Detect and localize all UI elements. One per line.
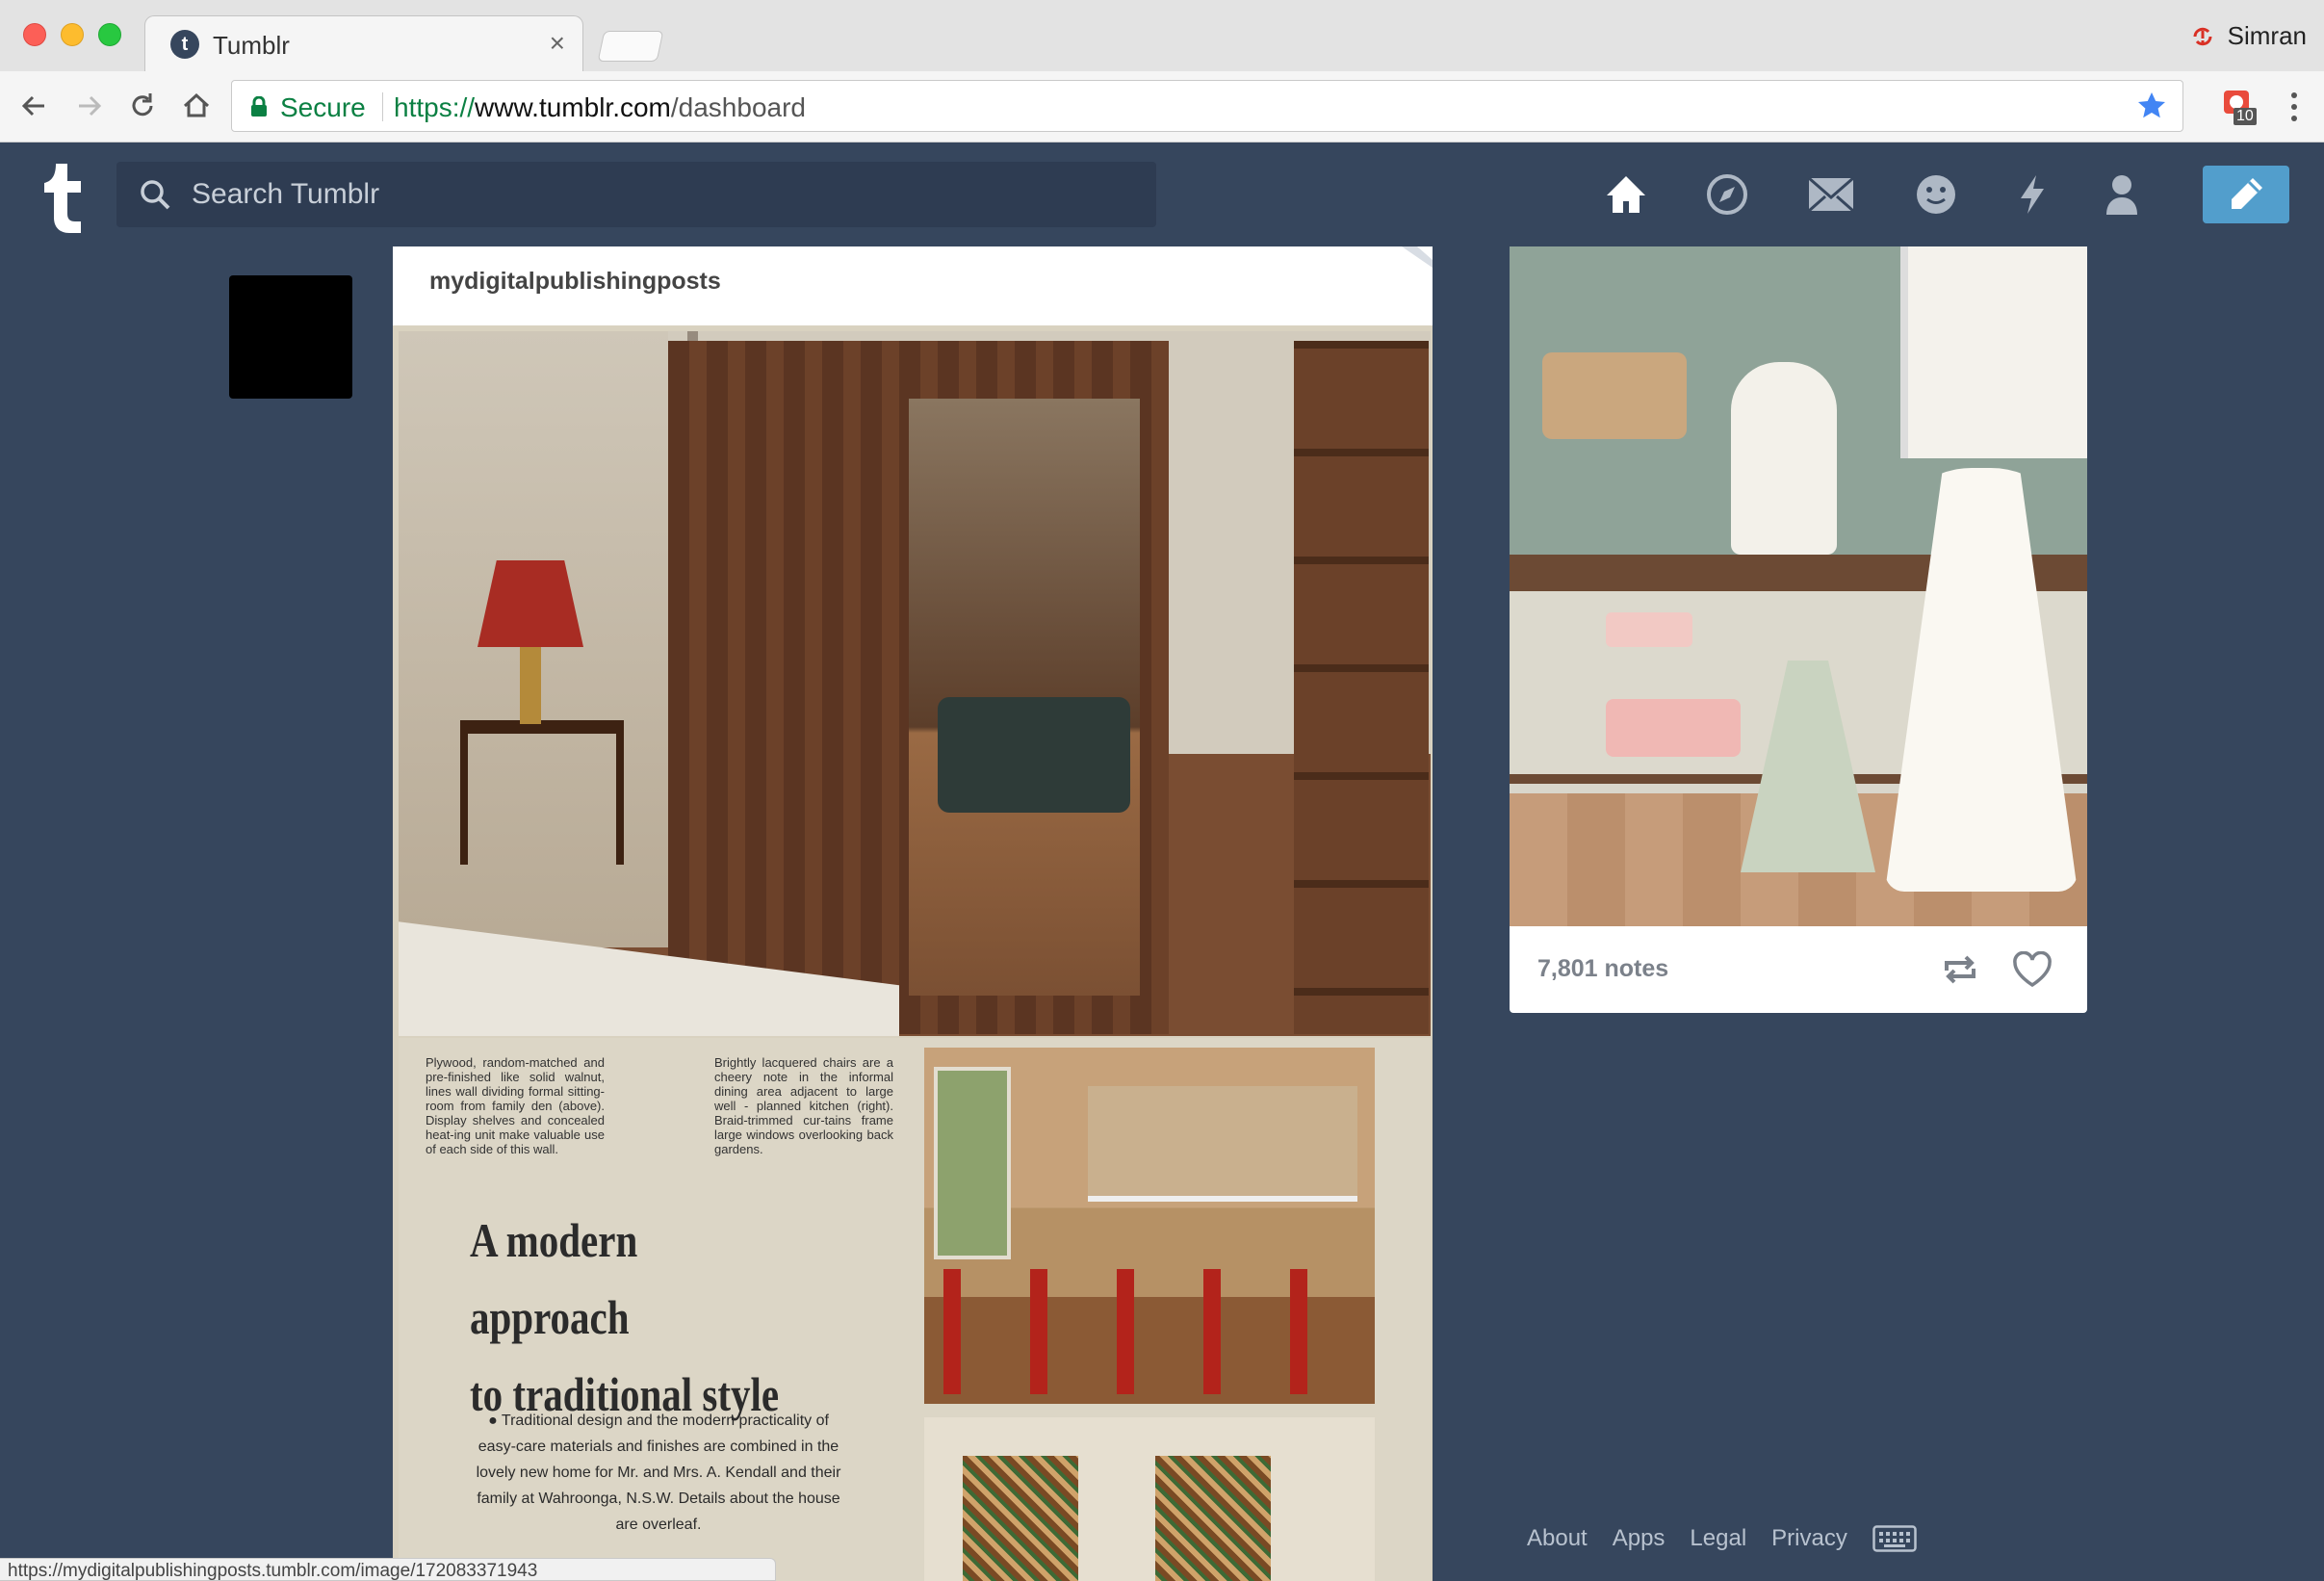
illus-cake-large	[1606, 699, 1741, 757]
browser-tab-bar: t Tumblr × Simran	[0, 0, 2324, 71]
illus-window	[1900, 246, 2087, 458]
illustration-post: 7,801 notes	[1510, 246, 2087, 1013]
photo-post: mydigitalpublishingposts Plywood, random…	[393, 246, 1433, 1581]
blog-avatar[interactable]	[229, 275, 352, 399]
url-text: https://www.tumblr.com/dashboard	[394, 92, 806, 122]
tumblr-logo-icon[interactable]	[35, 158, 92, 235]
post-footer: 7,801 notes	[1510, 926, 2087, 1013]
post-header: mydigitalpublishingposts	[393, 246, 1433, 325]
secure-label: Secure	[280, 92, 366, 122]
messaging-icon	[1917, 175, 1955, 214]
footer-link-apps[interactable]: Apps	[1613, 1525, 1666, 1552]
headline-line-1: A modern approach	[470, 1213, 638, 1344]
home-button-icon[interactable]	[177, 87, 216, 125]
close-window-button[interactable]	[23, 23, 46, 46]
footer-link-privacy[interactable]: Privacy	[1771, 1525, 1847, 1552]
nav-inbox[interactable]	[1804, 168, 1858, 221]
browser-tab[interactable]: t Tumblr ×	[144, 15, 583, 71]
photo-sofa	[938, 697, 1130, 813]
explore-icon	[1707, 174, 1747, 215]
illus-baker-rabbit	[1731, 362, 1837, 555]
heart-icon[interactable]	[2012, 951, 2053, 988]
dashboard-footer: About Apps Legal Privacy	[1527, 1525, 1917, 1552]
back-arrow-icon[interactable]	[15, 87, 54, 125]
pencil-icon	[2232, 178, 2262, 209]
address-bar[interactable]: Secure https://www.tumblr.com/dashboard	[231, 80, 2183, 132]
photo-side-table	[460, 720, 624, 865]
keyboard-shortcuts-icon[interactable]	[1872, 1525, 1917, 1552]
nav-messaging[interactable]	[1909, 168, 1963, 221]
activity-icon	[2021, 175, 2044, 214]
sync-error-icon	[2193, 27, 2212, 45]
forward-arrow-icon[interactable]	[69, 87, 108, 125]
address-divider	[382, 92, 383, 121]
nav-activity[interactable]	[2005, 168, 2059, 221]
post-blog-name[interactable]: mydigitalpublishingposts	[429, 268, 721, 295]
dining-chairs	[943, 1269, 1357, 1394]
dining-room-photo	[924, 1048, 1375, 1404]
wall-hanging-right	[1155, 1456, 1271, 1581]
magazine-headline: A modern approach to traditional style	[470, 1202, 801, 1433]
profile-button[interactable]: Simran	[2189, 21, 2307, 51]
bakery-illustration[interactable]	[1510, 246, 2087, 926]
lock-icon	[251, 96, 267, 117]
footer-link-about[interactable]: About	[1527, 1525, 1588, 1552]
nav-home[interactable]	[1599, 168, 1653, 221]
wall-hanging-left	[963, 1456, 1078, 1581]
bookmark-star-icon[interactable]	[2134, 89, 2169, 123]
link-status-bar: https://mydigitalpublishingposts.tumblr.…	[0, 1558, 776, 1581]
tab-close-button[interactable]: ×	[550, 28, 565, 59]
caption-right: Brightly lacquered chairs are a cheery n…	[714, 1055, 893, 1156]
notes-count[interactable]: 7,801 notes	[1537, 955, 1668, 983]
browser-menu-icon[interactable]	[2289, 91, 2299, 123]
search-icon	[141, 180, 170, 210]
nav-explore[interactable]	[1700, 168, 1754, 221]
browser-toolbar: Secure https://www.tumblr.com/dashboard …	[0, 71, 2324, 143]
photo-lamp-base	[520, 647, 541, 724]
tab-title: Tumblr	[213, 31, 290, 60]
post-photo[interactable]: Plywood, random-matched and pre-finished…	[393, 325, 1433, 1581]
tumblr-favicon-icon: t	[170, 30, 199, 59]
compose-button[interactable]	[2203, 166, 2289, 223]
dining-cabinets	[1088, 1086, 1357, 1202]
living-room-photo	[399, 331, 1431, 1036]
magazine-blurb: ● Traditional design and the modern prac…	[476, 1413, 841, 1533]
room-photo	[924, 1417, 1375, 1581]
extension-button[interactable]: 10	[2220, 85, 2259, 127]
inbox-icon	[1808, 177, 1854, 212]
footer-link-legal[interactable]: Legal	[1690, 1525, 1746, 1552]
illus-bread-basket	[1542, 352, 1687, 439]
reblog-icon[interactable]	[1941, 951, 1979, 988]
photo-shelves	[1294, 341, 1429, 1034]
dining-window	[934, 1067, 1011, 1259]
tumblr-header	[0, 143, 2324, 246]
account-icon	[2106, 175, 2137, 215]
magazine-text-area: Plywood, random-matched and pre-finished…	[399, 1038, 1431, 1581]
post-corner-fold	[1402, 246, 1433, 268]
search-bar[interactable]	[116, 162, 1156, 227]
illus-cake-small	[1606, 612, 1692, 647]
reload-icon[interactable]	[123, 87, 162, 125]
nav-account[interactable]	[2095, 168, 2149, 221]
caption-left: Plywood, random-matched and pre-finished…	[426, 1055, 605, 1156]
extension-badge: 10	[2234, 108, 2257, 125]
home-icon	[1607, 176, 1645, 213]
profile-name: Simran	[2227, 21, 2307, 50]
minimize-window-button[interactable]	[61, 23, 84, 46]
search-input[interactable]	[192, 162, 1135, 227]
new-tab-button[interactable]	[597, 31, 664, 62]
zoom-window-button[interactable]	[98, 23, 121, 46]
